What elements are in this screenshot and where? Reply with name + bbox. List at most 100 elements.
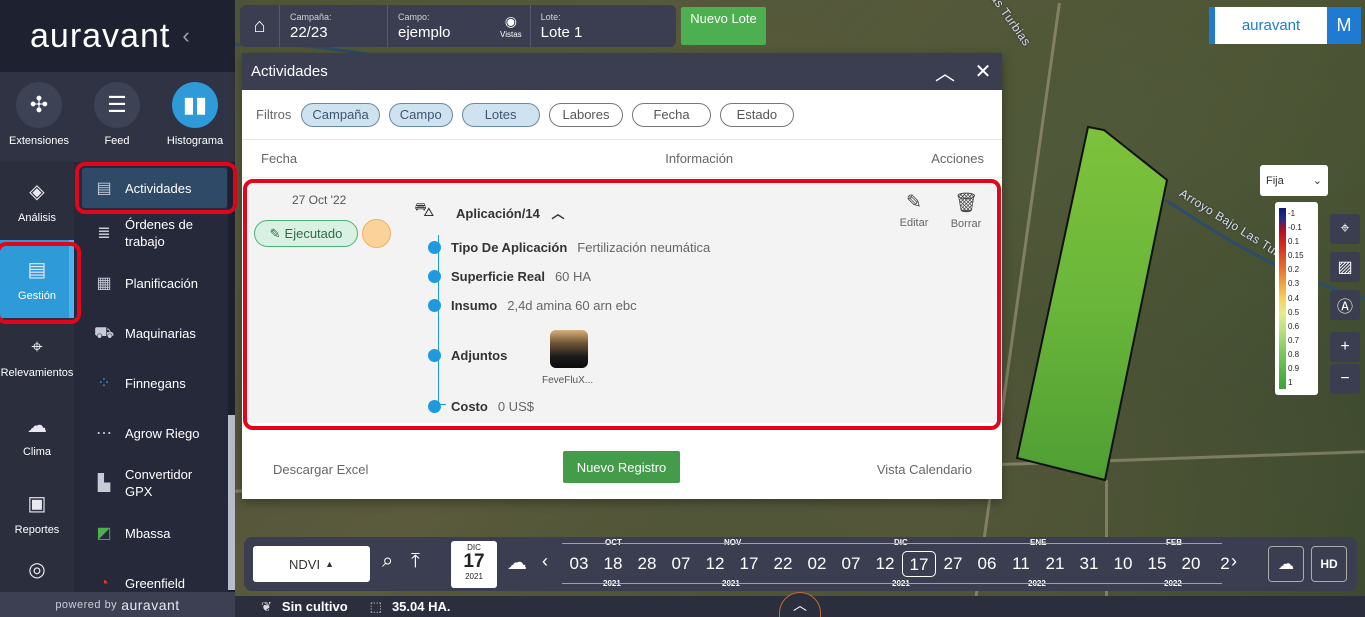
- lote-selector[interactable]: Lote: Lote 1: [531, 5, 671, 47]
- subnav-greenfield[interactable]: ◔ Greenfield: [74, 558, 235, 592]
- subnav-finnegans[interactable]: ⁘ Finnegans: [74, 358, 235, 408]
- timeline-day[interactable]: 15: [1140, 551, 1174, 577]
- subnav-actividades[interactable]: ▤ Actividades: [82, 168, 227, 208]
- modal-header: Actividades ︿ ✕: [242, 53, 1002, 90]
- vistas-button[interactable]: ◉ Vistas: [492, 5, 531, 47]
- field-tipo-aplicacion: Tipo De Aplicación Fertilización neumáti…: [428, 240, 710, 255]
- tool-histograma[interactable]: ▮▮ Histograma: [156, 72, 234, 162]
- delete-button[interactable]: 🗑 Borrar: [946, 191, 986, 230]
- legend-values: -1 -0.1 0.1 0.15 0.2 0.3 0.4 0.5 0.6 0.7 0.8 0.9 1: [1288, 207, 1304, 390]
- cloud-filter-icon[interactable]: ☁: [507, 550, 527, 575]
- filter-chip-campana[interactable]: Campaña: [301, 102, 380, 127]
- legend-mode-select[interactable]: Fija ⌄: [1260, 165, 1328, 196]
- delete-label: Borrar: [950, 218, 982, 230]
- timeline-day[interactable]: 11: [1004, 551, 1038, 577]
- sprout-icon: ❦: [261, 598, 272, 614]
- timeline-day[interactable]: 17: [732, 551, 766, 577]
- nav-support[interactable]: ◎: [0, 552, 74, 582]
- nav-reportes[interactable]: ▣ Reportes: [0, 474, 74, 552]
- account-area[interactable]: auravant M: [1209, 7, 1361, 44]
- timeline-next-arrow[interactable]: ›: [1231, 551, 1237, 572]
- edit-button[interactable]: ✎ Editar: [894, 191, 934, 229]
- timeline-prev-arrow[interactable]: ‹: [542, 551, 548, 572]
- legend-mode-value: Fija: [1266, 174, 1284, 187]
- home-icon[interactable]: ⌂: [240, 5, 280, 47]
- nav-analisis[interactable]: ◈ Análisis: [0, 162, 74, 240]
- subnav-agrow-riego[interactable]: ⋯ Agrow Riego: [74, 408, 235, 458]
- nav-clima[interactable]: ☁ Clima: [0, 396, 74, 474]
- subnav-label: Convertidor GPX: [125, 467, 193, 499]
- download-excel-link[interactable]: Descargar Excel: [273, 462, 368, 477]
- ruler-icon[interactable]: ▨: [1330, 252, 1360, 282]
- timeline-day[interactable]: 22: [766, 551, 800, 577]
- tractor-icon: ⛟: [94, 324, 115, 342]
- subnav-mbassa[interactable]: ◩ Mbassa: [74, 508, 235, 558]
- timeline-day[interactable]: 06: [970, 551, 1004, 577]
- nav-gestion[interactable]: ▤ Gestión: [0, 240, 74, 318]
- legend-value: -0.1: [1288, 223, 1302, 233]
- timeline-day[interactable]: 03: [562, 551, 596, 577]
- zoom-in-button[interactable]: +: [1330, 332, 1360, 362]
- clipboard-icon: ▣: [27, 492, 47, 515]
- powered-by: powered by auravant: [0, 592, 235, 617]
- timeline-day[interactable]: 07: [664, 551, 698, 577]
- timeline-day[interactable]: 17: [902, 551, 936, 577]
- field-key: Costo: [451, 399, 488, 414]
- legend-value: 0.15: [1288, 251, 1304, 261]
- filter-chip-labores[interactable]: Labores: [548, 102, 624, 127]
- timeline-day[interactable]: 28: [630, 551, 664, 577]
- field-value: 0 US$: [497, 399, 534, 414]
- timeline-day[interactable]: 02: [800, 551, 834, 577]
- new-record-button[interactable]: Nuevo Registro: [563, 451, 680, 483]
- subnav-maquinarias[interactable]: ⛟ Maquinarias: [74, 308, 235, 358]
- subnav-planificacion[interactable]: ▦ Planificación: [74, 258, 235, 308]
- nav-relevamientos[interactable]: ⌖ Relevamientos: [0, 318, 74, 396]
- compare-ab-icon[interactable]: Ⓐ: [1330, 290, 1360, 320]
- status-badge[interactable]: ✎ Ejecutado: [254, 220, 358, 247]
- new-lote-button[interactable]: Nuevo Lote: [681, 7, 766, 45]
- campo-selector[interactable]: Campo: ejemplo: [388, 5, 492, 47]
- index-selector[interactable]: NDVI ▲: [253, 546, 370, 582]
- filter-chip-estado[interactable]: Estado: [719, 102, 795, 127]
- tool-feed[interactable]: ☰ Feed: [78, 72, 156, 162]
- subnav-label: Planificación: [125, 275, 198, 291]
- chevron-down-icon: ⌄: [1312, 175, 1322, 187]
- timeline-day[interactable]: 07: [834, 551, 868, 577]
- subnav-convertidor-gpx[interactable]: ▙ Convertidor GPX: [74, 458, 235, 508]
- timeline-day[interactable]: 10: [1106, 551, 1140, 577]
- zoom-out-button[interactable]: −: [1330, 364, 1360, 394]
- minimize-icon[interactable]: ︿: [926, 57, 964, 86]
- filter-chip-fecha[interactable]: Fecha: [632, 102, 711, 127]
- timeline-day[interactable]: 20: [1174, 551, 1208, 577]
- sidebar-scroll-thumb[interactable]: [228, 415, 235, 590]
- collapse-icon[interactable]: ‹: [182, 23, 189, 49]
- close-icon[interactable]: ✕: [964, 59, 1002, 84]
- tool-extensiones[interactable]: ✣ Extensiones: [0, 72, 78, 162]
- stack-icon: ≣: [97, 224, 111, 242]
- record-title[interactable]: Aplicación/14 ︿: [456, 203, 564, 222]
- filter-chip-lotes[interactable]: Lotes: [461, 102, 540, 127]
- timeline-rule-bottom: [562, 583, 1222, 584]
- subnav-ordenes[interactable]: ≣ Órdenes de trabajo: [74, 208, 235, 258]
- timeline-day[interactable]: 21: [1038, 551, 1072, 577]
- timeline-day[interactable]: 12: [698, 551, 732, 577]
- filters-label: Filtros: [256, 107, 292, 122]
- search-icon[interactable]: ⌕: [382, 550, 393, 573]
- filter-chip-campo[interactable]: Campo: [388, 102, 453, 127]
- location-pin-icon[interactable]: ⌖: [1330, 214, 1360, 244]
- campana-selector[interactable]: Campaña: 22/23: [280, 5, 388, 47]
- timeline-day[interactable]: 27: [936, 551, 970, 577]
- avatar[interactable]: M: [1327, 7, 1361, 44]
- calendar-view-link[interactable]: Vista Calendario: [877, 462, 972, 477]
- date-calendar-button[interactable]: DIC 17 2021: [451, 541, 497, 588]
- legend-color-bar: [1279, 208, 1286, 389]
- timeline-day[interactable]: 12: [868, 551, 902, 577]
- field-value: 60 HA: [554, 269, 592, 284]
- timeline-day[interactable]: 31: [1072, 551, 1106, 577]
- attachment-thumbnail[interactable]: [550, 330, 588, 368]
- timeline-day[interactable]: 18: [596, 551, 630, 577]
- hd-button[interactable]: HD: [1311, 546, 1347, 582]
- cloud-toggle-icon[interactable]: ☁: [1268, 546, 1304, 582]
- upload-icon[interactable]: ⤒: [411, 550, 420, 573]
- col-informacion: Información: [665, 151, 734, 166]
